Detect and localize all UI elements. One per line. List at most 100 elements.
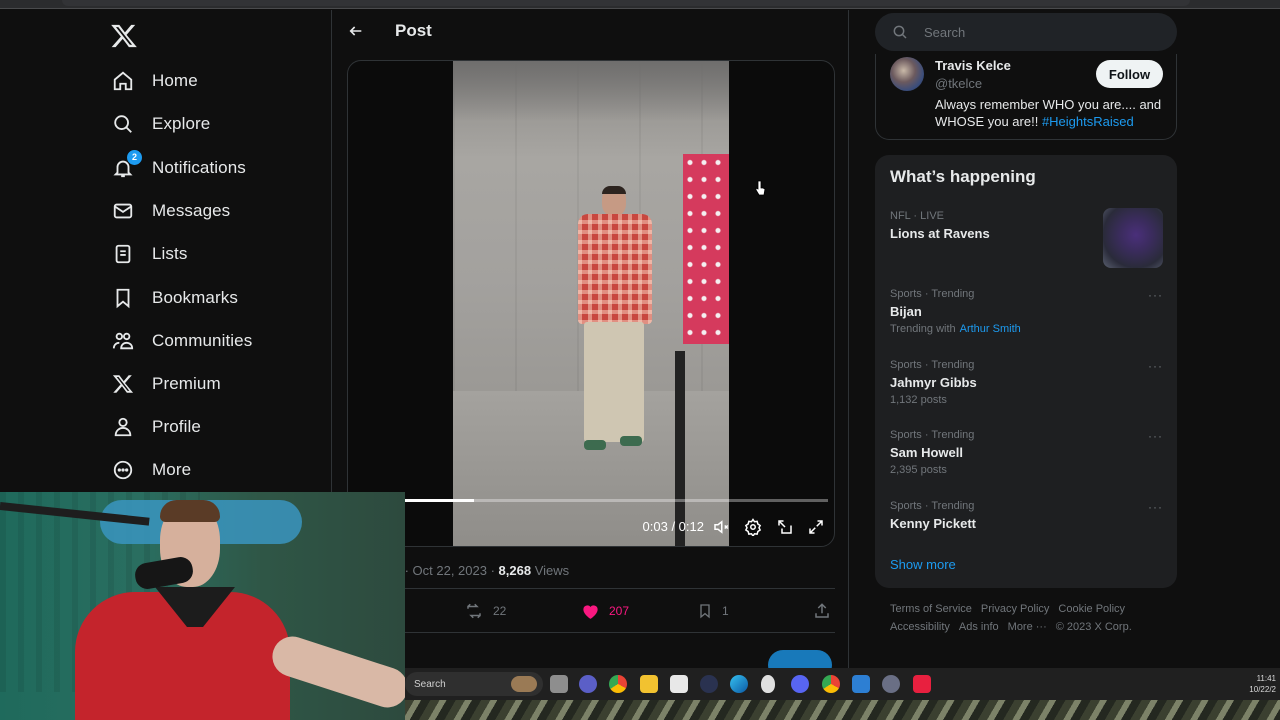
nav-item-premium[interactable]: Premium: [112, 368, 221, 400]
profile-handle[interactable]: @tkelce: [935, 76, 982, 91]
search-icon: [112, 113, 134, 135]
picture-in-picture-button[interactable]: [774, 516, 796, 538]
trend-item[interactable]: Sports · Trending ··· Jahmyr Gibbs 1,132…: [875, 359, 1177, 411]
x-logo-icon[interactable]: [110, 22, 138, 50]
nav-label: Premium: [152, 374, 221, 393]
app-v-icon[interactable]: [882, 675, 900, 693]
repost-button[interactable]: 22: [464, 602, 506, 620]
post-detail-column: Post 0:03 / 0:12 · Oct 22, 2023 · 8,268 …: [333, 10, 849, 670]
trend-context: Sports · Trending: [890, 359, 975, 371]
share-button[interactable]: [813, 602, 831, 620]
video-time: 0:03 / 0:12: [642, 519, 704, 534]
discord-icon[interactable]: [791, 675, 809, 693]
nav-item-notifications[interactable]: 2 Notifications: [112, 150, 246, 184]
footer-link-more[interactable]: More ···: [1008, 621, 1047, 633]
whats-happening-panel: What’s happening NFL · LIVE Lions at Rav…: [875, 155, 1177, 588]
mute-button[interactable]: [710, 516, 732, 538]
video-content[interactable]: [453, 61, 729, 546]
footer-link-privacy[interactable]: Privacy Policy: [981, 603, 1049, 615]
search-input[interactable]: [924, 24, 1154, 40]
fullscreen-button[interactable]: [805, 516, 827, 538]
notification-badge: 2: [127, 150, 142, 165]
webcam-overlay: [0, 492, 405, 720]
footer-link-accessibility[interactable]: Accessibility: [890, 621, 950, 633]
taskbar-search[interactable]: Search: [405, 672, 543, 696]
edge-icon[interactable]: [730, 675, 748, 693]
system-clock[interactable]: 11:41 10/22/2: [1249, 673, 1276, 695]
nav-item-communities[interactable]: Communities: [112, 325, 252, 357]
post-actions: 28 22 207 1: [347, 600, 835, 628]
video-player[interactable]: 0:03 / 0:12: [347, 60, 835, 547]
settings-button[interactable]: [742, 516, 764, 538]
footer-link-terms[interactable]: Terms of Service: [890, 603, 972, 615]
trend-link[interactable]: Arthur Smith: [960, 323, 1021, 335]
x-logo-icon: [112, 373, 134, 395]
trend-title: Sam Howell: [890, 445, 963, 460]
gear-icon: [744, 518, 762, 536]
nav-label: Notifications: [152, 158, 246, 177]
video-subject: [570, 186, 660, 466]
profile-name[interactable]: Travis Kelce: [935, 58, 1011, 73]
list-icon: [112, 243, 134, 265]
follow-button[interactable]: Follow: [1096, 60, 1163, 88]
more-options-icon[interactable]: ···: [1148, 429, 1163, 443]
reply-submit-button[interactable]: [768, 650, 832, 670]
footer-link-ads-info[interactable]: Ads info: [959, 621, 999, 633]
more-options-icon[interactable]: ···: [1148, 500, 1163, 514]
trend-item[interactable]: Sports · Trending ··· Kenny Pickett: [875, 500, 1177, 540]
trend-post-count: 1,132 posts: [890, 394, 947, 406]
nav-item-home[interactable]: Home: [112, 65, 198, 97]
more-options-icon[interactable]: ···: [1148, 288, 1163, 302]
footer-link-cookie[interactable]: Cookie Policy: [1058, 603, 1125, 615]
right-sidebar: Travis Kelce @tkelce Follow Always remem…: [850, 10, 1280, 670]
search-box[interactable]: [875, 13, 1177, 51]
nav-item-messages[interactable]: Messages: [112, 195, 230, 227]
show-more-link[interactable]: Show more: [890, 557, 956, 572]
nav-item-explore[interactable]: Explore: [112, 108, 210, 140]
nav-label: Profile: [152, 417, 201, 436]
profile-bio: Always remember WHO you are.... and WHOS…: [935, 96, 1165, 130]
trend-item[interactable]: Sports · Trending ··· Sam Howell 2,395 p…: [875, 429, 1177, 481]
avatar[interactable]: [890, 57, 924, 91]
more-circle-icon: [112, 459, 134, 481]
trend-context: NFL · LIVE: [890, 210, 944, 222]
file-explorer-icon[interactable]: [640, 675, 658, 693]
media-app-icon[interactable]: [700, 675, 718, 693]
bookmark-icon: [700, 604, 710, 619]
bookmark-button[interactable]: 1: [697, 602, 729, 620]
nav-item-more[interactable]: More: [112, 454, 191, 486]
task-view-icon[interactable]: [550, 675, 568, 693]
divider: [347, 588, 835, 589]
trend-thumbnail[interactable]: [1103, 208, 1163, 268]
trend-item[interactable]: Sports · Trending ··· Bijan Trending wit…: [875, 288, 1177, 340]
nav-label: More: [152, 460, 192, 479]
bookmark-count: 1: [722, 604, 729, 618]
nav-label: Communities: [152, 331, 253, 350]
chrome-icon[interactable]: [609, 675, 627, 693]
repost-icon: [467, 603, 481, 619]
trend-context: Sports · Trending: [890, 500, 975, 512]
teams-icon[interactable]: [579, 675, 597, 693]
clock-time: 11:41: [1256, 674, 1276, 683]
nav-label: Home: [152, 71, 198, 90]
app-red-icon[interactable]: [913, 675, 931, 693]
hashtag-link[interactable]: #HeightsRaised: [1042, 114, 1134, 129]
like-count: 207: [609, 604, 630, 618]
search-highlight-icon: [511, 676, 537, 692]
like-button[interactable]: 207: [581, 602, 629, 620]
nav-label: Lists: [152, 244, 188, 263]
nav-item-lists[interactable]: Lists: [112, 238, 187, 270]
app-s-icon[interactable]: [852, 675, 870, 693]
nav-item-bookmarks[interactable]: Bookmarks: [112, 282, 238, 314]
clock-date: 10/22/2: [1249, 685, 1276, 694]
nav-item-profile[interactable]: Profile: [112, 411, 201, 443]
post-date[interactable]: Oct 22, 2023: [413, 563, 487, 578]
divider: [347, 632, 835, 633]
chrome-profile-icon[interactable]: [822, 675, 840, 693]
more-options-icon[interactable]: ···: [1148, 359, 1163, 373]
microsoft-store-icon[interactable]: [670, 675, 688, 693]
alienware-icon[interactable]: [761, 675, 775, 693]
video-progress-bar[interactable]: [356, 499, 828, 502]
arrow-left-icon: [349, 26, 362, 36]
back-button[interactable]: [345, 20, 367, 42]
